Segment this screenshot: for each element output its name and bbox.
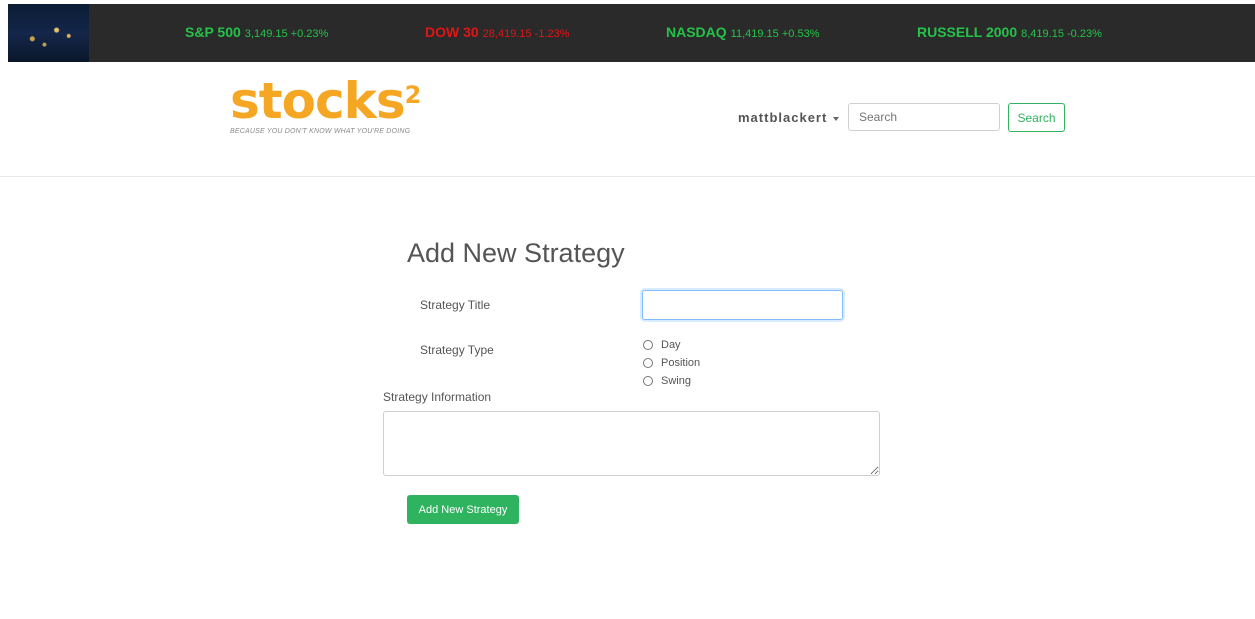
username-label: mattblackert — [738, 110, 828, 125]
strategy-info-textarea[interactable] — [383, 411, 880, 476]
site-header: stocks2 BECAUSE YOU DON'T KNOW WHAT YOU'… — [0, 62, 1255, 177]
night-map-thumbnail — [8, 4, 89, 62]
strategy-type-radio-group: Day Position Swing — [643, 336, 700, 390]
radio-day[interactable] — [643, 340, 653, 350]
ticker-symbol: DOW 30 — [425, 24, 479, 40]
radio-label: Position — [661, 357, 701, 369]
ticker-value: 11,419.15 +0.53% — [730, 28, 820, 40]
radio-option-swing[interactable]: Swing — [643, 372, 700, 390]
radio-option-position[interactable]: Position — [643, 354, 700, 372]
ticker-item-russell2000[interactable]: RUSSELL 2000 8,419.15 -0.23% — [917, 24, 1102, 40]
strategy-info-label: Strategy Information — [383, 390, 492, 404]
chevron-down-icon — [833, 116, 840, 121]
logo-superscript: 2 — [404, 81, 422, 109]
logo-tagline: BECAUSE YOU DON'T KNOW WHAT YOU'RE DOING — [230, 128, 411, 135]
radio-position[interactable] — [643, 358, 653, 368]
radio-label: Swing — [661, 375, 691, 387]
ticker-bar: S&P 500 3,149.15 +0.23% DOW 30 28,419.15 -… — [8, 4, 1255, 62]
ticker-item-dow30[interactable]: DOW 30 28,419.15 -1.23% — [425, 24, 570, 40]
add-strategy-button[interactable]: Add New Strategy — [407, 495, 519, 524]
radio-option-day[interactable]: Day — [643, 336, 700, 354]
ticker-value: 3,149.15 +0.23% — [244, 28, 329, 40]
user-menu-dropdown[interactable]: mattblackert — [738, 110, 840, 125]
radio-label: Day — [661, 339, 681, 351]
logo-wordmark: stocks2 — [230, 72, 422, 130]
search-button[interactable]: Search — [1008, 103, 1065, 132]
page-title: Add New Strategy — [407, 238, 625, 268]
ticker-item-sp500[interactable]: S&P 500 3,149.15 +0.23% — [185, 24, 328, 40]
site-logo[interactable]: stocks2 BECAUSE YOU DON'T KNOW WHAT YOU'… — [230, 72, 422, 135]
ticker-value: 28,419.15 -1.23% — [482, 28, 570, 40]
strategy-type-label: Strategy Type — [420, 343, 494, 357]
ticker-symbol: S&P 500 — [185, 24, 241, 40]
ticker-symbol: NASDAQ — [666, 24, 727, 40]
strategy-title-label: Strategy Title — [420, 298, 491, 312]
ticker-value: 8,419.15 -0.23% — [1021, 28, 1102, 40]
search-input[interactable] — [848, 103, 1000, 131]
strategy-title-input[interactable] — [642, 290, 843, 320]
ticker-item-nasdaq[interactable]: NASDAQ 11,419.15 +0.53% — [666, 24, 819, 40]
ticker-symbol: RUSSELL 2000 — [917, 24, 1018, 40]
radio-swing[interactable] — [643, 376, 653, 386]
